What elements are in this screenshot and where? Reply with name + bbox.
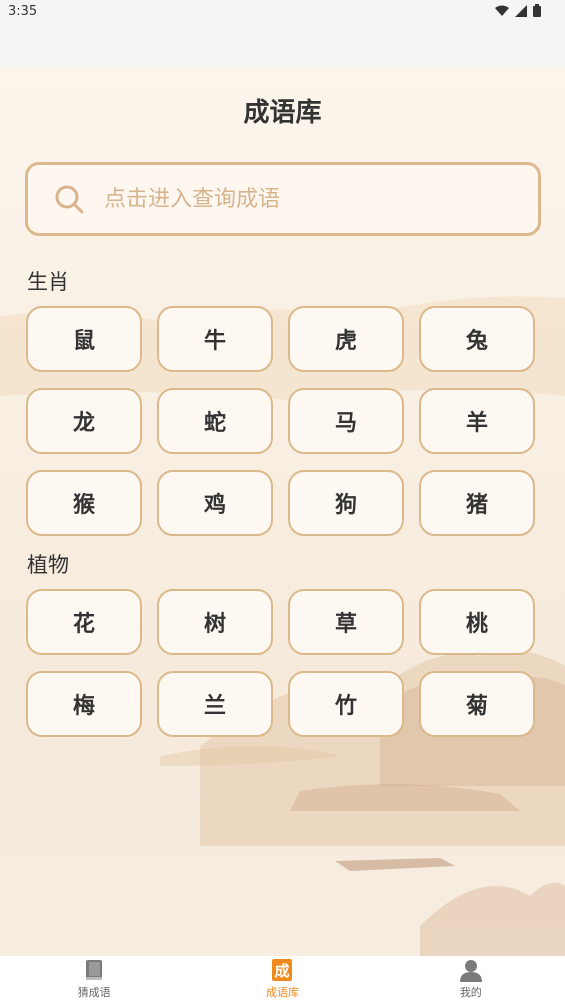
chip-zodiac-rabbit[interactable]: 兔 <box>419 306 535 372</box>
search-icon <box>55 185 84 214</box>
user-icon <box>459 960 482 982</box>
chip-zodiac-monkey[interactable]: 猴 <box>26 470 142 536</box>
chip-plant-chrysanthemum[interactable]: 菊 <box>419 671 535 737</box>
chip-plant-orchid[interactable]: 兰 <box>157 671 273 737</box>
chip-zodiac-dragon[interactable]: 龙 <box>26 388 142 454</box>
section-title-plants: 植物 <box>27 553 69 577</box>
nav-label: 猜成语 <box>77 986 111 999</box>
wifi-icon <box>495 5 509 16</box>
status-time: 3:35 <box>8 4 38 19</box>
nav-mine[interactable]: 我的 <box>377 956 565 1004</box>
chip-zodiac-ox[interactable]: 牛 <box>157 306 273 372</box>
chip-zodiac-dog[interactable]: 狗 <box>288 470 404 536</box>
chip-zodiac-pig[interactable]: 猪 <box>419 470 535 536</box>
book-icon <box>86 960 103 980</box>
status-bar: 3:35 <box>0 0 565 24</box>
chip-zodiac-tiger[interactable]: 虎 <box>288 306 404 372</box>
signal-icon <box>515 4 527 17</box>
bottom-nav: 猜成语 成 成语库 我的 <box>0 956 565 1004</box>
battery-icon <box>533 4 541 17</box>
idiom-library-icon: 成 <box>272 959 293 981</box>
content-area: 成语库 生肖 鼠 牛 虎 兔 龙 蛇 马 羊 猴 鸡 狗 猪 植物 花 树 草 … <box>0 66 565 956</box>
page-title: 成语库 <box>243 98 322 128</box>
zodiac-grid: 鼠 牛 虎 兔 龙 蛇 马 羊 猴 鸡 狗 猪 <box>26 306 536 536</box>
chip-zodiac-rooster[interactable]: 鸡 <box>157 470 273 536</box>
chip-plant-grass[interactable]: 草 <box>288 589 404 655</box>
chip-plant-peach[interactable]: 桃 <box>419 589 535 655</box>
nav-idiom-library[interactable]: 成 成语库 <box>188 956 376 1004</box>
search-box[interactable] <box>25 162 541 236</box>
search-input[interactable] <box>104 186 504 212</box>
chip-plant-plum[interactable]: 梅 <box>26 671 142 737</box>
status-icons <box>495 4 541 17</box>
svg-text:成: 成 <box>275 962 290 980</box>
nav-label: 我的 <box>459 986 482 999</box>
plants-grid: 花 树 草 桃 梅 兰 竹 菊 <box>26 589 536 737</box>
chip-zodiac-rat[interactable]: 鼠 <box>26 306 142 372</box>
app-bar <box>0 24 565 66</box>
chip-zodiac-goat[interactable]: 羊 <box>419 388 535 454</box>
chip-zodiac-horse[interactable]: 马 <box>288 388 404 454</box>
section-title-zodiac: 生肖 <box>27 270 69 294</box>
nav-label: 成语库 <box>265 986 299 999</box>
chip-plant-flower[interactable]: 花 <box>26 589 142 655</box>
chip-plant-tree[interactable]: 树 <box>157 589 273 655</box>
chip-plant-bamboo[interactable]: 竹 <box>288 671 404 737</box>
chip-zodiac-snake[interactable]: 蛇 <box>157 388 273 454</box>
nav-guess-idiom[interactable]: 猜成语 <box>0 956 188 1004</box>
